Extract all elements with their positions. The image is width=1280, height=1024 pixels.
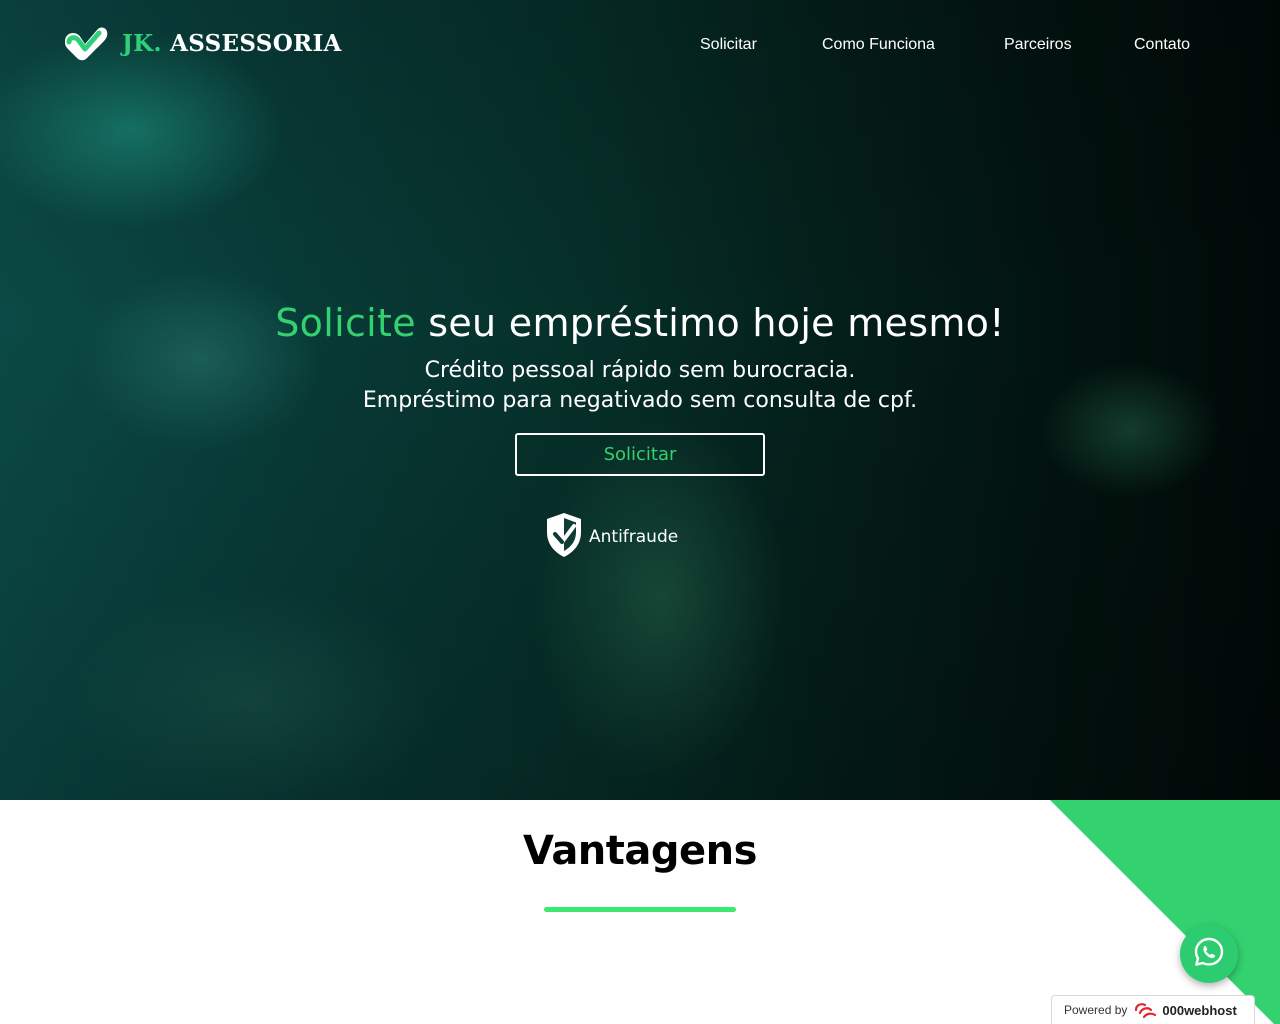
nav-link-contato[interactable]: Contato <box>1134 34 1190 56</box>
nav-link-como-funciona[interactable]: Como Funciona <box>822 34 935 56</box>
hero-headline: Solicite seu empréstimo hoje mesmo! <box>0 296 1280 350</box>
000webhost-logo-icon <box>1133 1001 1157 1019</box>
section-title: Vantagens <box>523 828 757 874</box>
solicitar-button[interactable]: Solicitar <box>515 433 765 476</box>
whatsapp-button[interactable] <box>1180 925 1238 983</box>
powered-label: Powered by <box>1064 1003 1128 1017</box>
headline-rest: seu empréstimo hoje mesmo! <box>415 301 1005 345</box>
nav-link-parceiros[interactable]: Parceiros <box>1004 34 1072 56</box>
powered-brand: 000webhost <box>1162 1002 1237 1018</box>
headline-accent: Solicite <box>275 301 416 345</box>
nav-links: Solicitar Como Funciona Parceiros Contat… <box>0 34 1280 58</box>
nav-link-solicitar[interactable]: Solicitar <box>700 34 757 56</box>
whatsapp-icon <box>1193 936 1225 972</box>
advantages-section: Vantagens <box>0 800 1280 1024</box>
hero-subtitle-line-2: Empréstimo para negativado sem consulta … <box>362 388 918 413</box>
shield-check-icon <box>545 512 583 562</box>
antifraude-label: Antifraude <box>589 527 679 547</box>
antifraude-badge: Antifraude <box>545 512 678 562</box>
title-underline <box>544 907 736 912</box>
hero-subtitle: Crédito pessoal rápido sem burocracia. E… <box>0 356 1280 416</box>
hero-subtitle-line-1: Crédito pessoal rápido sem burocracia. <box>424 358 856 383</box>
top-navigation: JK. ASSESSORIA Solicitar Como Funciona P… <box>0 0 1280 90</box>
powered-by-badge[interactable]: Powered by 000webhost <box>1051 995 1255 1024</box>
hero-content: Solicite seu empréstimo hoje mesmo! Créd… <box>0 296 1280 476</box>
